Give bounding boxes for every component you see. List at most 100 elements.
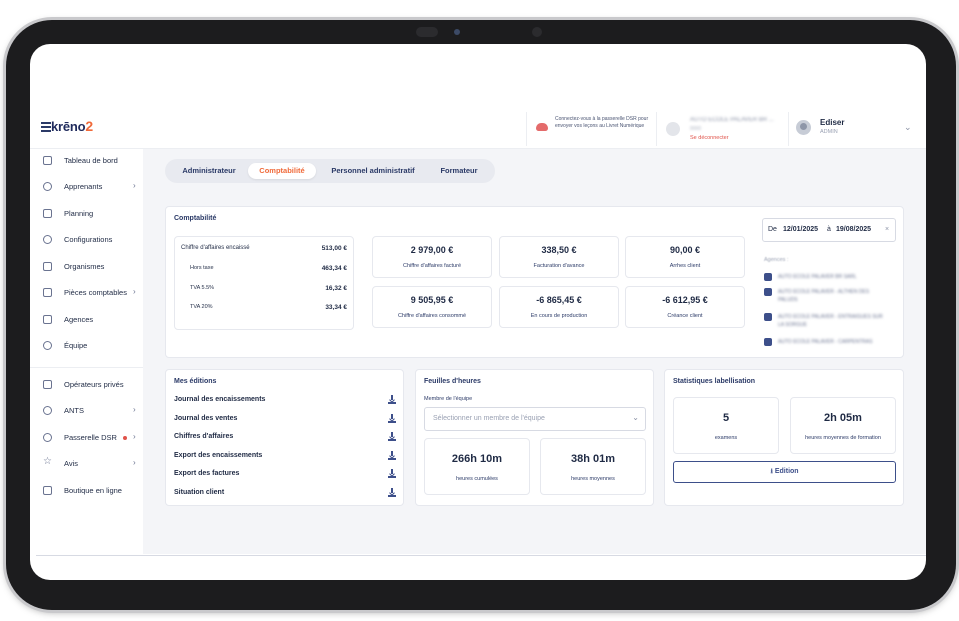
feuilles-heures-panel: Feuilles d'heures Membre de l'équipe Sél…	[415, 369, 654, 506]
stat-heures-moyennes: 38h 01m heures moyennes	[540, 438, 646, 495]
divider	[36, 555, 926, 556]
download-icon[interactable]	[388, 395, 396, 404]
date-range-picker[interactable]: De 12/01/2025 à 19/08/2025 ×	[762, 218, 896, 242]
download-icon[interactable]	[388, 488, 396, 497]
star-icon: ☆	[43, 456, 52, 467]
edition-row[interactable]: Situation client	[174, 486, 396, 502]
labellisation-panel: Statistiques labellisation 5 examens 2h 0…	[664, 369, 904, 506]
stat-heures-cumulees: 266h 10m heures cumulées	[424, 438, 530, 495]
edition-row[interactable]: Export des encaissements	[174, 449, 396, 465]
comptabilite-panel: Comptabilité Chiffre d'affaires encaissé…	[165, 206, 904, 358]
cloud-icon	[43, 406, 52, 415]
kpi-arrhes-client: 90,00 € Arrhes client	[625, 236, 745, 278]
date-from: 12/01/2025	[783, 226, 819, 233]
dsr-connect-notice[interactable]: Connectez-vous à la passerelle DSR pour …	[530, 114, 650, 144]
sidebar-item-operateurs-prives[interactable]: Opérateurs privés	[30, 375, 143, 395]
cloud-icon	[43, 433, 52, 442]
date-to: 19/08/2025	[836, 226, 872, 233]
download-icon[interactable]	[388, 432, 396, 441]
kpi-creance-client: -6 612,95 € Créance client	[625, 286, 745, 328]
chevron-right-icon: ›	[133, 458, 136, 467]
camera-bar	[414, 26, 544, 40]
dashboard-icon	[43, 156, 52, 165]
sidebar-item-passerelle-dsr[interactable]: Passerelle DSR ›	[30, 428, 143, 448]
editions-panel: Mes éditions Journal des encaissements J…	[165, 369, 404, 506]
sidebar-item-configurations[interactable]: Configurations	[30, 230, 143, 250]
edition-row[interactable]: Export des factures	[174, 467, 396, 483]
logout-link[interactable]: Se déconnecter	[690, 135, 729, 141]
kpi-ca-facture: 2 979,00 € Chiffre d'affaires facturé	[372, 236, 492, 278]
gear-icon	[43, 235, 52, 244]
chevron-right-icon: ›	[133, 287, 136, 296]
cloud-icon	[536, 123, 548, 131]
office-icon	[43, 315, 52, 324]
ca-breakdown: Chiffre d'affaires encaissé 513,00 € Hors…	[174, 236, 354, 330]
top-header: krēno2 Connectez-vous à la passerelle DS…	[30, 108, 926, 149]
ca-row: Hors taxe 463,34 €	[190, 265, 347, 272]
download-icon[interactable]	[388, 451, 396, 460]
sidebar-item-ants[interactable]: ANTS ›	[30, 401, 143, 421]
chevron-down-icon: ⌄	[632, 413, 639, 422]
menu-icon[interactable]	[41, 122, 51, 132]
sidebar-item-avis[interactable]: ☆ Avis ›	[30, 454, 143, 474]
dsr-notice-text: Connectez-vous à la passerelle DSR pour …	[555, 116, 649, 129]
cart-icon	[43, 486, 52, 495]
tab-administrateur[interactable]: Administrateur	[173, 163, 245, 179]
agence-checkbox[interactable]	[764, 338, 772, 346]
main-content: Administrateur Comptabilité Personnel ad…	[143, 149, 926, 554]
panel-title: Comptabilité	[174, 215, 217, 222]
user-menu[interactable]: Ediser ADMIN ⌄	[792, 114, 922, 144]
edition-row[interactable]: Journal des ventes	[174, 412, 396, 428]
stat-heures-formation: 2h 05m heures moyennes de formation	[790, 397, 896, 454]
sidebar-item-planning[interactable]: Planning	[30, 204, 143, 224]
stat-examens: 5 examens	[673, 397, 779, 454]
download-icon[interactable]	[388, 469, 396, 478]
tab-personnel-administratif[interactable]: Personnel administratif	[321, 163, 425, 179]
chevron-right-icon: ›	[133, 181, 136, 190]
calendar-icon	[43, 209, 52, 218]
role-tabs: Administrateur Comptabilité Personnel ad…	[165, 159, 495, 183]
school-code: 0000	[690, 126, 702, 132]
chevron-right-icon: ›	[133, 432, 136, 441]
user-icon	[43, 182, 52, 191]
sidebar-item-agences[interactable]: Agences	[30, 310, 143, 330]
building-icon	[43, 262, 52, 271]
ca-row: TVA 20% 33,34 €	[190, 304, 347, 311]
download-icon[interactable]	[388, 414, 396, 423]
tablet-frame: krēno2 Connectez-vous à la passerelle DS…	[6, 20, 956, 610]
tab-formateur[interactable]: Formateur	[429, 163, 489, 179]
user-role: ADMIN	[820, 129, 838, 135]
sidebar: Tableau de bord Apprenants › Planning Co…	[30, 149, 144, 539]
edition-button[interactable]: ⭳ Edition	[673, 461, 896, 483]
sidebar-item-equipe[interactable]: Équipe	[30, 336, 143, 356]
sidebar-item-organismes[interactable]: Organismes	[30, 257, 143, 277]
clear-icon[interactable]: ×	[885, 226, 889, 233]
ca-row: Chiffre d'affaires encaissé 513,00 €	[181, 245, 347, 252]
tab-comptabilite[interactable]: Comptabilité	[248, 163, 316, 179]
school-name: AUTO ECOLE PALAVER BR ...	[690, 117, 774, 123]
field-label: Membre de l'équipe	[424, 396, 473, 402]
sidebar-divider	[30, 367, 143, 368]
sidebar-item-apprenants[interactable]: Apprenants ›	[30, 177, 143, 197]
agence-checkbox[interactable]	[764, 288, 772, 296]
sidebar-item-boutique-en-ligne[interactable]: Boutique en ligne	[30, 481, 143, 501]
agence-checkbox[interactable]	[764, 313, 772, 321]
edition-row[interactable]: Journal des encaissements	[174, 393, 396, 409]
sidebar-item-tableau-de-bord[interactable]: Tableau de bord	[30, 151, 143, 171]
kpi-facturation-avance: 338,50 € Facturation d'avance	[499, 236, 619, 278]
agences-label: Agences :	[764, 257, 789, 263]
operator-icon	[43, 380, 52, 389]
app-screen: krēno2 Connectez-vous à la passerelle DS…	[30, 44, 926, 580]
team-icon	[43, 341, 52, 350]
sidebar-item-pieces-comptables[interactable]: Pièces comptables ›	[30, 283, 143, 303]
edition-row[interactable]: Chiffres d'affaires	[174, 430, 396, 446]
agence-checkbox[interactable]	[764, 273, 772, 281]
chevron-down-icon[interactable]: ⌄	[904, 122, 912, 133]
school-selector[interactable]: AUTO ECOLE PALAVER BR ... 0000 Se déconn…	[660, 114, 785, 144]
chevron-right-icon: ›	[133, 405, 136, 414]
user-name: Ediser	[820, 118, 845, 127]
kpi-en-cours-production: -6 865,45 € En cours de production	[499, 286, 619, 328]
logo[interactable]: krēno2	[51, 118, 93, 134]
team-member-select[interactable]: Sélectionner un membre de l'équipe ⌄	[424, 407, 646, 431]
avatar	[796, 120, 811, 135]
